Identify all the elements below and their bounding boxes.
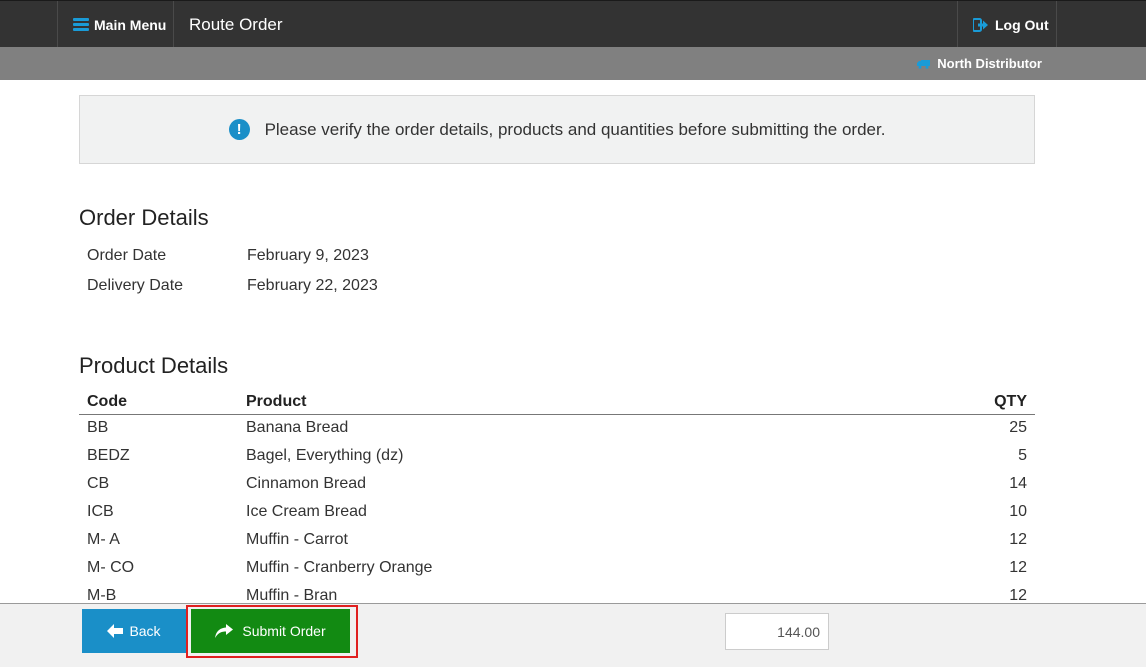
- table-row: M- CO Muffin - Cranberry Orange 12: [79, 555, 1035, 583]
- verify-alert: ! Please verify the order details, produ…: [79, 95, 1035, 164]
- product-table: Code Product QTY BB Banana Bread 25 BEDZ…: [79, 389, 1035, 611]
- product-code: CB: [87, 475, 110, 492]
- product-qty: 14: [1009, 475, 1027, 492]
- truck-icon: [917, 59, 931, 69]
- product-code: BEDZ: [87, 447, 130, 464]
- product-code: ICB: [87, 503, 114, 520]
- product-qty: 10: [1009, 503, 1027, 520]
- product-name: Banana Bread: [246, 419, 349, 436]
- product-name: Ice Cream Bread: [246, 503, 367, 520]
- order-details-heading: Order Details: [79, 205, 209, 230]
- product-qty: 25: [1009, 419, 1027, 436]
- action-footer: Back Submit Order 144.00: [0, 603, 1146, 667]
- product-details-heading: Product Details: [79, 353, 229, 378]
- table-row: M- A Muffin - Carrot 12: [79, 527, 1035, 555]
- page-title: Route Order: [189, 15, 283, 34]
- product-qty: 12: [1009, 531, 1027, 548]
- order-date-label: Order Date: [87, 247, 167, 264]
- order-date-row: Order Date February 9, 2023: [87, 247, 369, 265]
- main-menu-label: Main Menu: [94, 16, 167, 33]
- product-name: Muffin - Carrot: [246, 531, 348, 548]
- exclamation-icon: !: [228, 119, 250, 140]
- distributor-bar: North Distributor: [0, 47, 1146, 80]
- table-row: BEDZ Bagel, Everything (dz) 5: [79, 443, 1035, 471]
- main-menu-button[interactable]: Main Menu: [57, 1, 174, 48]
- product-qty: 12: [1009, 559, 1027, 576]
- table-row: ICB Ice Cream Bread 10: [79, 499, 1035, 527]
- delivery-date-label: Delivery Date: [87, 277, 184, 294]
- arrow-left-icon: [107, 624, 124, 638]
- product-name: Cinnamon Bread: [246, 475, 367, 492]
- back-label: Back: [129, 623, 161, 639]
- distributor-name: North Distributor: [937, 56, 1042, 71]
- order-total-field: 144.00: [725, 613, 829, 650]
- product-qty: 5: [1018, 447, 1027, 464]
- product-name: Muffin - Cranberry Orange: [246, 559, 433, 576]
- distributor-info: North Distributor: [917, 56, 1042, 71]
- sign-out-icon: [973, 17, 988, 32]
- back-button[interactable]: Back: [82, 609, 186, 653]
- column-header-qty: QTY: [994, 393, 1027, 410]
- top-navbar: Main Menu Route Order Log Out: [0, 0, 1146, 48]
- table-row: CB Cinnamon Bread 14: [79, 471, 1035, 499]
- column-header-code: Code: [87, 393, 127, 410]
- order-date-value: February 9, 2023: [247, 247, 369, 264]
- share-arrow-icon: [215, 624, 234, 638]
- product-code: BB: [87, 419, 109, 436]
- product-code: M- A: [87, 531, 120, 548]
- submit-order-button[interactable]: Submit Order: [191, 609, 350, 653]
- product-code: M- CO: [87, 559, 135, 576]
- column-header-product: Product: [246, 393, 307, 410]
- log-out-button[interactable]: Log Out: [957, 1, 1057, 48]
- table-header: Code Product QTY: [79, 389, 1035, 415]
- alert-message: Please verify the order details, product…: [264, 119, 886, 139]
- hamburger-icon: [73, 18, 89, 31]
- delivery-date-value: February 22, 2023: [247, 277, 378, 294]
- product-name: Bagel, Everything (dz): [246, 447, 404, 464]
- table-row: BB Banana Bread 25: [79, 415, 1035, 443]
- log-out-label: Log Out: [995, 16, 1049, 33]
- delivery-date-row: Delivery Date February 22, 2023: [87, 277, 378, 295]
- submit-order-label: Submit Order: [242, 623, 326, 639]
